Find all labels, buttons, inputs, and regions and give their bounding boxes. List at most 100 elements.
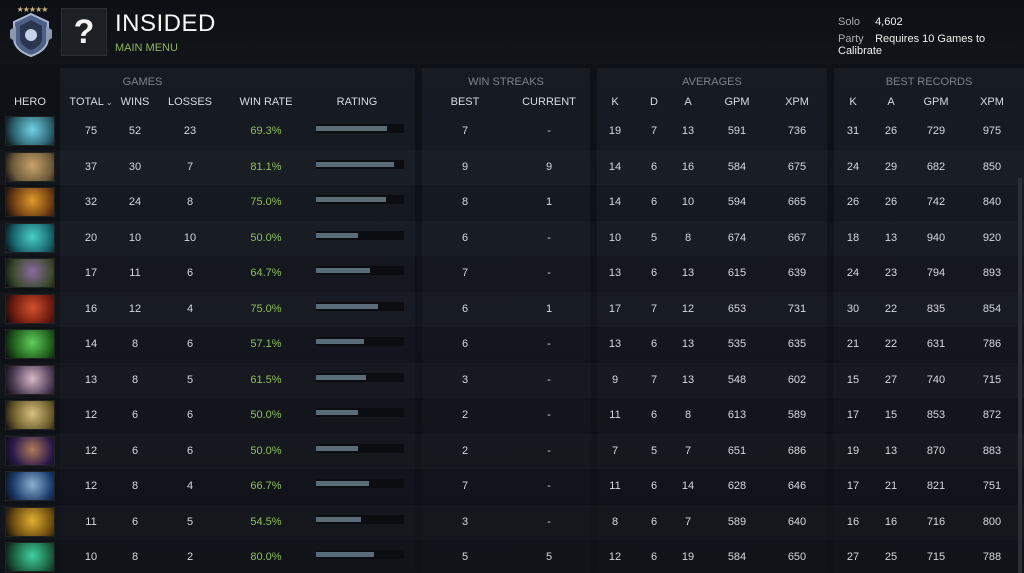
cell-avg-k: 10 (608, 231, 622, 244)
rating-bar (316, 266, 404, 275)
cell-win-rate: 50.0% (250, 409, 282, 421)
cell-avg-gpm: 613 (727, 409, 747, 421)
col-current[interactable]: CURRENT (514, 96, 584, 108)
cell-current: - (547, 409, 551, 421)
hero-portrait[interactable] (5, 222, 55, 253)
cell-losses: 23 (183, 125, 197, 137)
cell-best-a: 15 (884, 409, 898, 421)
table-row[interactable]: 17 11 6 64.7% 7 - 13 6 13 615 639 24 23 794 893 (0, 256, 1024, 292)
cell-avg-k: 13 (608, 338, 622, 350)
cell-avg-gpm: 653 (727, 302, 747, 315)
cell-avg-gpm: 535 (727, 338, 747, 350)
cell-current: - (547, 515, 551, 528)
cell-best-k: 16 (846, 515, 860, 528)
cell-avg-gpm: 674 (727, 231, 747, 244)
cell-best: 5 (461, 551, 469, 563)
hero-portrait[interactable] (5, 471, 55, 501)
rating-bar-fill (316, 552, 374, 557)
cell-avg-k: 11 (609, 409, 621, 421)
rating-bar (316, 301, 404, 311)
cell-avg-k: 19 (608, 125, 622, 137)
cell-best: 3 (461, 515, 469, 528)
rating-bar (316, 443, 404, 453)
col-win-rate[interactable]: WIN RATE (232, 96, 300, 108)
cell-best: 2 (461, 409, 469, 421)
cell-total: 13 (84, 373, 98, 386)
hero-portrait[interactable] (5, 151, 55, 182)
main-menu-link[interactable]: MAIN MENU (115, 42, 178, 54)
table-row[interactable]: 16 12 4 75.0% 6 1 17 7 12 653 731 30 22 835 854 (0, 292, 1024, 328)
hero-portrait[interactable] (5, 329, 55, 359)
cell-best: 9 (461, 160, 469, 173)
cell-best: 6 (461, 338, 469, 350)
table-row[interactable]: 20 10 10 50.0% 6 - 10 5 8 674 667 18 13 940 920 (0, 221, 1024, 257)
table-row[interactable]: 13 8 5 61.5% 3 - 9 7 13 548 602 15 27 740 715 (0, 363, 1024, 399)
col-wins[interactable]: WINS (118, 96, 152, 108)
cell-total: 17 (84, 267, 98, 279)
cell-avg-d: 6 (650, 267, 658, 279)
hero-portrait[interactable] (5, 187, 55, 217)
hero-portrait[interactable] (5, 542, 55, 572)
cell-best-k: 19 (846, 444, 860, 457)
col-avg-k[interactable]: K (602, 96, 628, 108)
col-losses[interactable]: LOSSES (162, 96, 218, 108)
col-best-k[interactable]: K (840, 96, 866, 108)
hero-portrait[interactable] (5, 364, 55, 395)
avatar[interactable]: ? (61, 8, 107, 56)
table-row[interactable]: 10 8 2 80.0% 5 5 12 6 19 584 650 27 25 715 788 (0, 540, 1024, 573)
hero-portrait[interactable] (5, 506, 55, 537)
col-total[interactable]: TOTAL ⌄ (66, 96, 116, 108)
cell-best: 2 (461, 444, 469, 457)
hero-portrait[interactable] (5, 435, 55, 466)
cell-avg-d: 6 (650, 196, 658, 208)
hero-portrait[interactable] (5, 293, 55, 324)
table-row[interactable]: 32 24 8 75.0% 8 1 14 6 10 594 665 26 26 742 840 (0, 185, 1024, 221)
cell-losses: 5 (186, 515, 194, 528)
cell-total: 11 (85, 515, 97, 528)
col-best-a[interactable]: A (878, 96, 904, 108)
cell-win-rate: 66.7% (250, 480, 282, 492)
table-row[interactable]: 12 8 4 66.7% 7 - 11 6 14 628 646 17 21 821 751 (0, 469, 1024, 505)
cell-win-rate: 75.0% (250, 196, 282, 208)
cell-avg-d: 6 (650, 338, 658, 350)
cell-best-xpm: 920 (982, 231, 1002, 244)
table-row[interactable]: 14 8 6 57.1% 6 - 13 6 13 535 635 21 22 631 786 (0, 327, 1024, 363)
col-best-gpm[interactable]: GPM (918, 96, 954, 108)
col-best[interactable]: BEST (440, 96, 490, 108)
rating-bar (316, 514, 404, 524)
cell-best-xpm: 800 (982, 515, 1002, 528)
cell-best-gpm: 940 (926, 231, 946, 244)
hero-portrait[interactable] (5, 116, 55, 146)
scrollbar[interactable] (1018, 178, 1022, 573)
cell-avg-d: 6 (650, 515, 658, 528)
table-row[interactable]: 75 52 23 69.3% 7 - 19 7 13 591 736 31 26 729 975 (0, 114, 1024, 150)
cell-avg-gpm: 628 (727, 480, 747, 492)
cell-avg-gpm: 651 (727, 444, 747, 457)
table-row[interactable]: 12 6 6 50.0% 2 - 7 5 7 651 686 19 13 870 883 (0, 434, 1024, 470)
cell-best-k: 24 (846, 267, 860, 279)
col-rating[interactable]: RATING (322, 96, 392, 108)
col-best-xpm[interactable]: XPM (974, 96, 1010, 108)
hero-portrait[interactable] (5, 258, 55, 288)
cell-total: 32 (84, 196, 98, 208)
hero-portrait[interactable] (5, 400, 55, 430)
cell-avg-xpm: 589 (787, 409, 807, 421)
table-row[interactable]: 12 6 6 50.0% 2 - 11 6 8 613 589 17 15 853 872 (0, 398, 1024, 434)
col-avg-d[interactable]: D (641, 96, 667, 108)
solo-value: 4,602 (875, 16, 903, 28)
cell-best: 7 (461, 125, 469, 137)
table-row[interactable]: 37 30 7 81.1% 9 9 14 6 16 584 675 24 29 682 850 (0, 150, 1024, 186)
cell-best-gpm: 715 (926, 551, 946, 563)
col-hero[interactable]: HERO (0, 96, 60, 108)
cell-avg-d: 6 (650, 551, 658, 563)
cell-avg-k: 17 (608, 302, 622, 315)
cell-best-a: 22 (884, 302, 898, 315)
col-avg-xpm[interactable]: XPM (779, 96, 815, 108)
cell-wins: 24 (128, 196, 142, 208)
table-row[interactable]: 11 6 5 54.5% 3 - 8 6 7 589 640 16 16 716 800 (0, 505, 1024, 541)
cell-avg-a: 16 (681, 160, 695, 173)
cell-avg-gpm: 548 (727, 373, 747, 386)
cell-avg-gpm: 615 (727, 267, 747, 279)
col-avg-a[interactable]: A (675, 96, 701, 108)
col-avg-gpm[interactable]: GPM (719, 96, 755, 108)
